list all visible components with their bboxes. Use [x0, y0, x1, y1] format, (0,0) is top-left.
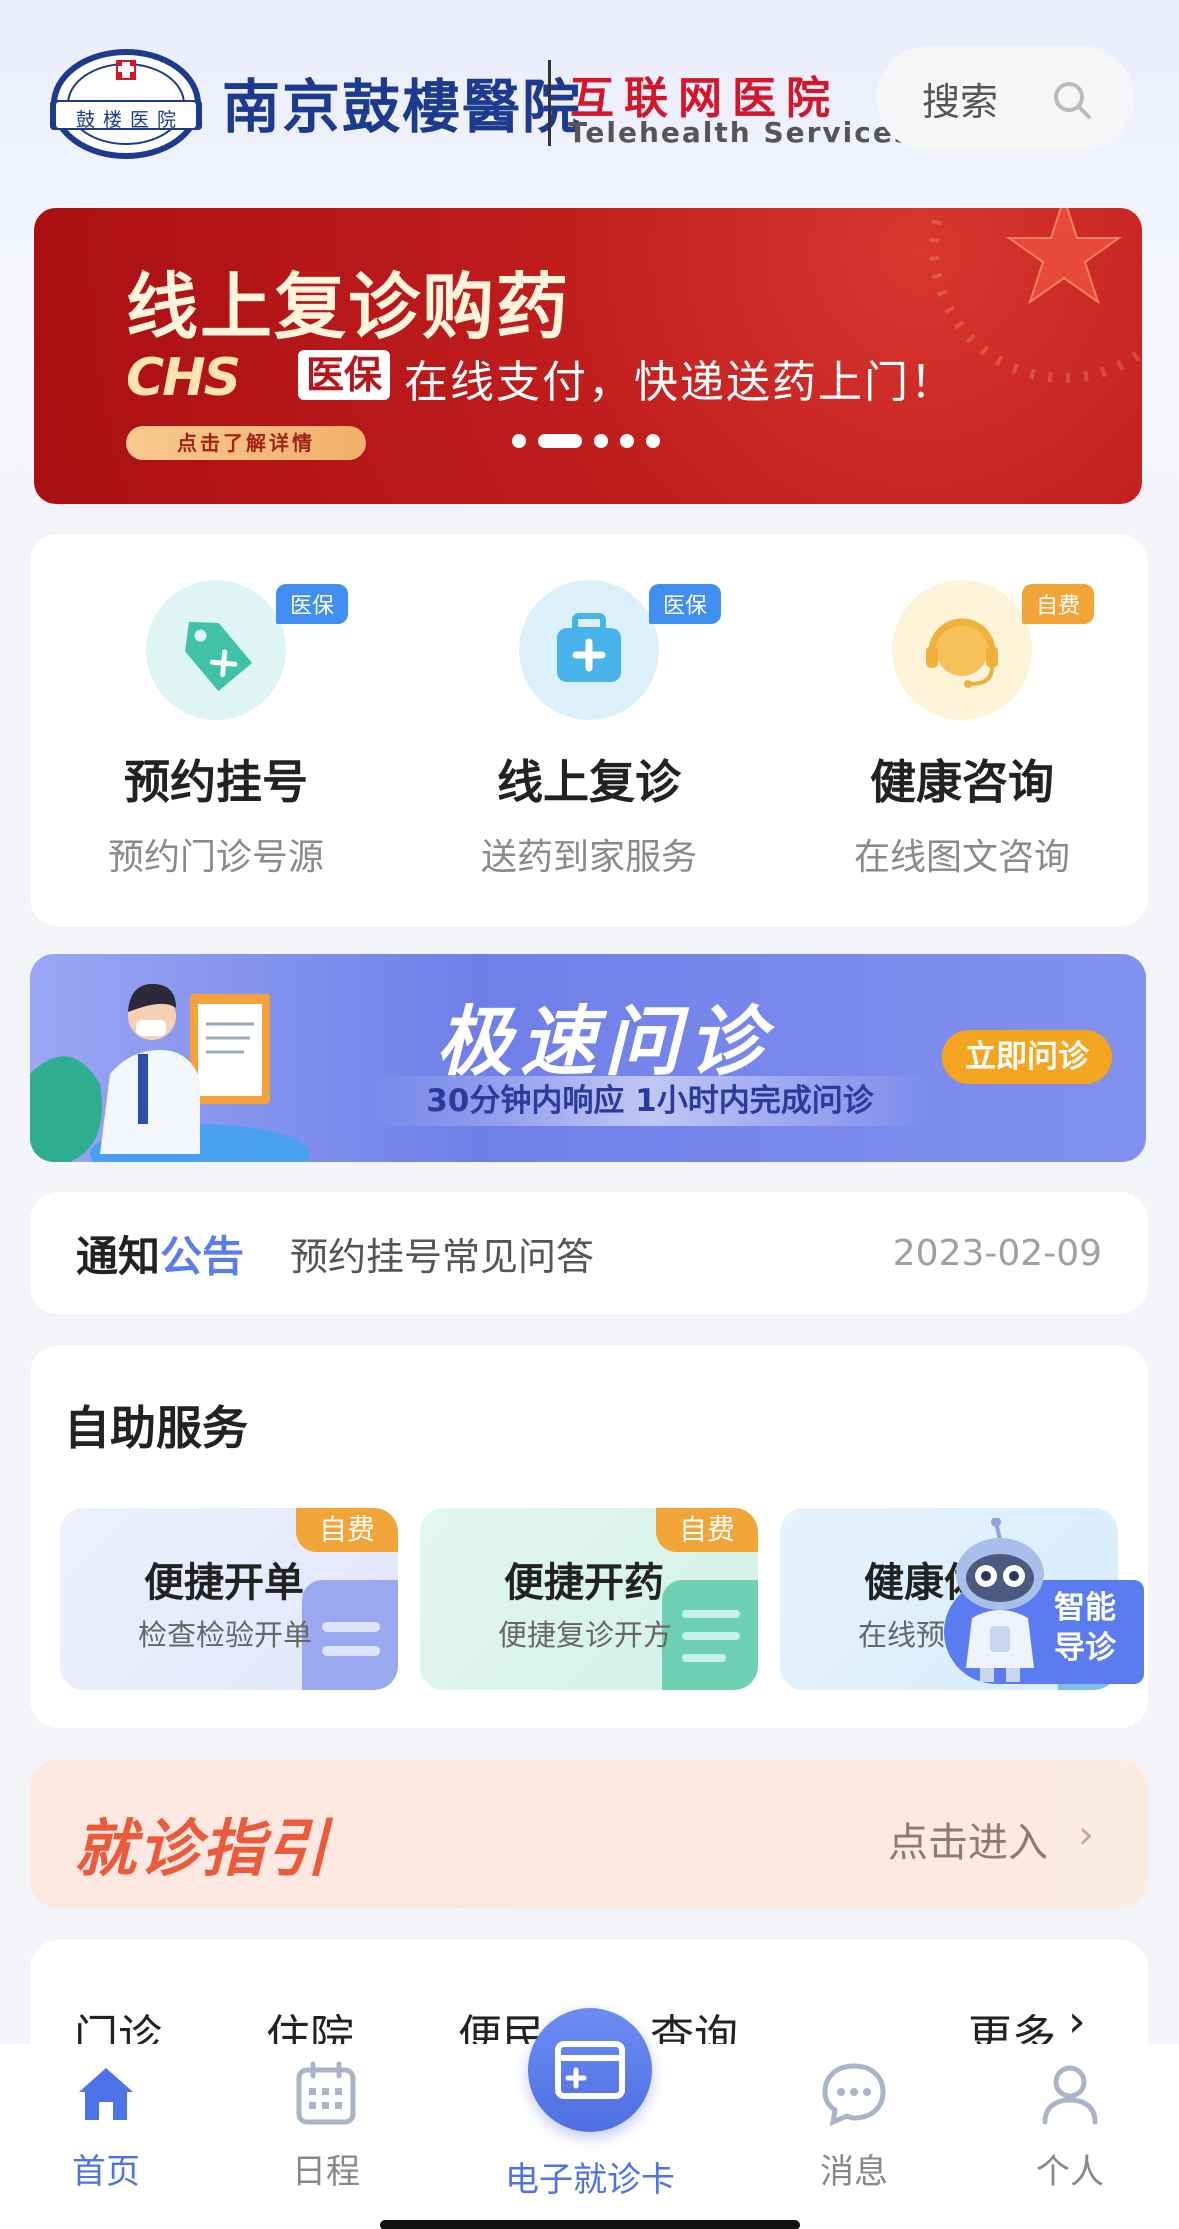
service-icon-circle: 自费	[892, 580, 1095, 720]
consult-now-button[interactable]: 立即问诊	[942, 1030, 1112, 1084]
hospital-seal-logo: 1892 鼓楼医院	[46, 44, 206, 164]
banner-details-button[interactable]: 点击了解详情	[126, 426, 366, 460]
nav-messages[interactable]: 消息	[754, 2044, 954, 2193]
service-subtitle: 在线图文咨询	[853, 837, 1070, 878]
visit-guide-enter[interactable]: 点击进入	[888, 1810, 1048, 1868]
service-badge: 自费	[1022, 584, 1095, 624]
service-title: 线上复诊	[497, 755, 681, 809]
main-services-card: 医保 预约挂号 预约门诊号源 医保 线上复诊 送药到家服务 自费 健康咨询 在线…	[30, 534, 1148, 926]
service-icon-circle: 医保	[519, 580, 722, 720]
banner-subtitle: 在线支付，快递送药上门！	[404, 357, 956, 408]
search-icon	[1054, 82, 1091, 119]
service-badge: 医保	[649, 584, 722, 624]
service-online-revisit[interactable]: 医保 线上复诊 送药到家服务	[439, 580, 739, 880]
robot-icon	[956, 1518, 1044, 1682]
nav-profile[interactable]: 个人	[970, 2044, 1170, 2193]
id-card-icon	[555, 2041, 625, 2099]
seal-year: 1892	[114, 82, 148, 96]
smart-guide-line2: 导诊	[1054, 1630, 1116, 1666]
fast-consult-subtitle: 30分钟内响应 1小时内完成问诊	[370, 1076, 930, 1126]
self-item-title: 便捷开药	[504, 1560, 664, 1606]
banner-title: 线上复诊购药	[126, 264, 571, 349]
service-subtitle: 送药到家服务	[480, 837, 697, 878]
self-item-tag: 自费	[656, 1508, 758, 1552]
smart-guide-button[interactable]: 智能 导诊	[944, 1518, 1144, 1698]
search-label: 搜索	[922, 79, 999, 124]
e-card-button[interactable]	[528, 2008, 652, 2132]
self-item-tag: 自费	[296, 1508, 398, 1552]
fast-consult-banner[interactable]: 极速问诊 30分钟内响应 1小时内完成问诊 立即问诊	[30, 954, 1146, 1162]
nav-profile-label: 个人	[1036, 2152, 1104, 2192]
seal-text: 鼓楼医院	[76, 109, 185, 131]
tag-icon	[185, 621, 253, 692]
doctor-illustration	[30, 983, 310, 1162]
medical-kit-icon	[557, 613, 621, 682]
nav-home[interactable]: 首页	[6, 2044, 206, 2193]
notice-bar[interactable]: 通知 公告 预约挂号常见问答 2023-02-09	[30, 1192, 1148, 1314]
nav-messages-label: 消息	[820, 2152, 888, 2192]
self-item-quick-medicine[interactable]: 自费 便捷开药 便捷复诊开方	[420, 1508, 758, 1690]
nav-schedule-label: 日程	[292, 2152, 360, 2192]
service-subtitle: 预约门诊号源	[107, 837, 324, 878]
home-indicator	[380, 2220, 800, 2229]
self-item-subtitle: 检查检验开单	[138, 1618, 313, 1652]
service-icon-circle: 医保	[146, 580, 349, 720]
yibao-label: 医保	[298, 350, 391, 400]
prescription-icon	[662, 1580, 758, 1690]
service-health-consult[interactable]: 自费 健康咨询 在线图文咨询	[812, 580, 1112, 880]
nav-schedule[interactable]: 日程	[226, 2044, 426, 2193]
nav-home-label: 首页	[72, 2152, 140, 2192]
smart-guide-label: 智能 导诊	[1054, 1588, 1116, 1668]
calendar-icon	[296, 2061, 356, 2125]
hospital-name: 南京鼓樓醫院	[222, 73, 583, 141]
telehealth-name-en: Telehealth Services	[568, 116, 913, 149]
user-icon	[1042, 2065, 1098, 2125]
notice-text[interactable]: 预约挂号常见问答	[290, 1226, 893, 1281]
service-appointment[interactable]: 医保 预约挂号 预约门诊号源	[66, 580, 366, 880]
self-item-title: 便捷开单	[144, 1560, 304, 1606]
carousel-dot[interactable]	[620, 434, 634, 448]
chevron-right-icon: ›	[1068, 1996, 1086, 2047]
service-title: 预约挂号	[124, 755, 308, 809]
carousel-dot[interactable]	[646, 434, 660, 448]
notice-label-b: 公告	[160, 1231, 245, 1281]
service-title: 健康咨询	[870, 755, 1054, 809]
smart-guide-line1: 智能	[1054, 1590, 1116, 1626]
logo-divider	[548, 60, 551, 146]
headset-icon	[926, 618, 998, 688]
chevron-right-icon: ›	[1078, 1812, 1094, 1858]
carousel-dot[interactable]	[512, 434, 526, 448]
search-button[interactable]: 搜索	[876, 46, 1134, 150]
visit-guide-title: 就诊指引	[74, 1812, 331, 1885]
self-service-title: 自助服务	[64, 1401, 248, 1455]
notice-date: 2023-02-09	[892, 1232, 1102, 1274]
promo-banner[interactable]: 线上复诊购药 CHS 医保 在线支付，快递送药上门！ 点击了解详情	[34, 208, 1142, 504]
service-badge: 医保	[276, 584, 349, 624]
chat-icon	[822, 2063, 886, 2127]
notice-label-a: 通知	[76, 1231, 161, 1281]
chs-logo: CHS	[126, 348, 241, 408]
visit-guide-banner[interactable]: 就诊指引 点击进入 ›	[30, 1760, 1148, 1908]
self-item-subtitle: 便捷复诊开方	[498, 1618, 673, 1652]
self-item-quick-order[interactable]: 自费 便捷开单 检查检验开单	[60, 1508, 398, 1690]
carousel-dot[interactable]	[594, 434, 608, 448]
fast-consult-title: 极速问诊	[436, 997, 772, 1086]
carousel-dot-active[interactable]	[538, 434, 582, 448]
home-icon	[79, 2068, 133, 2120]
nav-ecard-label[interactable]: 电子就诊卡	[460, 2152, 720, 2201]
carousel-indicator	[512, 434, 660, 448]
document-icon	[302, 1580, 398, 1690]
